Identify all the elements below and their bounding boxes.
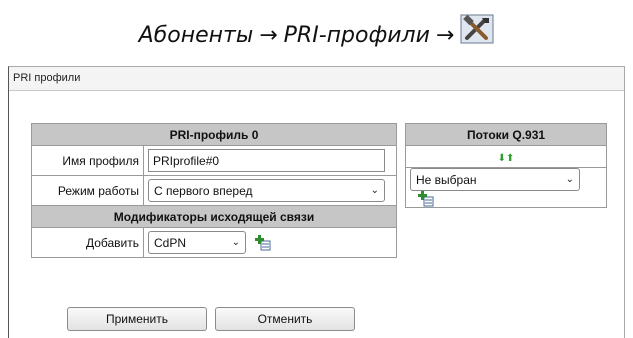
- add-modifier-select[interactable]: CdPN ⌄: [148, 231, 246, 254]
- stream-select-value: Не выбран: [416, 172, 477, 187]
- profile-table: PRI-профиль 0 Имя профиля Режим работы С…: [31, 123, 397, 258]
- mode-select-value: С первого вперед: [154, 183, 253, 198]
- streams-select-cell: Не выбран ⌄: [405, 167, 607, 208]
- arrow-down-icon[interactable]: ⬇: [498, 153, 506, 164]
- cancel-button[interactable]: Отменить: [215, 307, 355, 331]
- profile-name-input[interactable]: [148, 149, 385, 172]
- streams-arrows: ⬇⬆: [405, 145, 607, 168]
- doc-caption: Абоненты → PRI-профили →: [0, 14, 633, 52]
- caption-part-pri-profiles: PRI-профили: [283, 22, 430, 48]
- add-modifier-value: CdPN: [154, 235, 187, 250]
- mode-select[interactable]: С первого вперед ⌄: [148, 179, 385, 202]
- streams-table: Потоки Q.931 ⬇⬆ Не выбран ⌄: [405, 123, 607, 208]
- caption-arrow: →: [435, 22, 455, 48]
- caption-arrow: →: [259, 22, 278, 48]
- stream-select[interactable]: Не выбран ⌄: [410, 168, 580, 191]
- panel-title: PRI профили: [9, 67, 624, 91]
- modifiers-header: Модификаторы исходящей связи: [31, 205, 397, 228]
- add-stream-icon[interactable]: [418, 191, 434, 207]
- apply-button[interactable]: Применить: [67, 307, 207, 331]
- profile-name-label: Имя профиля: [31, 145, 144, 176]
- add-modifier-icon[interactable]: [255, 234, 271, 251]
- chevron-down-icon: ⌄: [370, 185, 379, 196]
- profile-header: PRI-профиль 0: [31, 123, 397, 146]
- add-label: Добавить: [31, 227, 144, 258]
- tools-icon: [460, 14, 494, 44]
- pri-profiles-panel: PRI профили PRI-профиль 0 Имя профиля Ре…: [8, 66, 625, 338]
- arrow-up-icon[interactable]: ⬆: [506, 153, 514, 164]
- chevron-down-icon: ⌄: [231, 237, 240, 248]
- mode-label: Режим работы: [31, 175, 144, 206]
- chevron-down-icon: ⌄: [565, 174, 574, 185]
- streams-header: Потоки Q.931: [405, 123, 607, 146]
- caption-part-subscribers: Абоненты: [138, 22, 254, 48]
